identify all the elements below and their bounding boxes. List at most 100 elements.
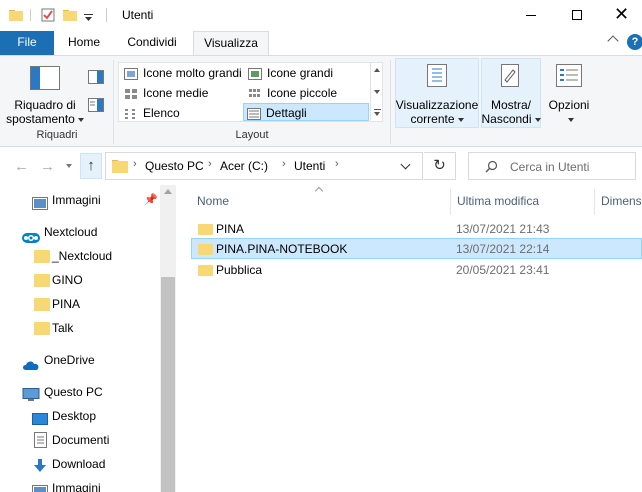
layout-scroll-down-icon <box>374 90 380 94</box>
small-icons-label: Icone piccole <box>267 86 338 100</box>
nav-item-downloads[interactable]: Download <box>0 452 160 476</box>
list-view-icon <box>124 107 138 119</box>
forward-arrow-icon[interactable]: → <box>40 158 55 175</box>
download-icon <box>32 457 48 472</box>
pin-icon[interactable]: 📌 <box>144 188 158 212</box>
show-hide-line2: Nascondi <box>481 112 532 126</box>
new-folder-icon[interactable] <box>62 7 78 26</box>
layout-group-label: Layout <box>235 129 269 141</box>
current-view-line2: corrente <box>410 112 455 126</box>
refresh-button[interactable]: ↻ <box>424 152 456 180</box>
layout-expand-icon <box>374 109 381 110</box>
table-row[interactable]: Pubblica 20/05/2021 23:41 <box>192 260 642 281</box>
navigation-pane-button[interactable]: Riquadro di spostamento <box>4 98 86 126</box>
quick-access-divider <box>30 9 31 21</box>
nav-item-nextcloud[interactable]: Nextcloud <box>0 220 160 244</box>
address-folder-icon <box>112 160 128 176</box>
nav-item-gino[interactable]: GINO <box>0 268 160 292</box>
sort-ascending-icon <box>314 186 324 196</box>
close-icon: ✕ <box>614 4 630 24</box>
column-header-size[interactable]: Dimens <box>601 194 642 208</box>
breadcrumb-separator[interactable]: › <box>133 158 137 170</box>
tab-home[interactable]: Home <box>60 31 108 55</box>
nav-item-label: Immagini <box>52 481 101 492</box>
details-pane-icon[interactable] <box>88 98 104 115</box>
close-button[interactable]: ✕ <box>600 0 642 30</box>
layout-scroll[interactable] <box>370 62 383 122</box>
help-icon[interactable]: ? <box>627 34 642 50</box>
up-folder-button[interactable]: ↑ <box>80 153 102 179</box>
file-modified: 13/07/2021 21:43 <box>456 222 550 236</box>
column-header-modified[interactable]: Ultima modifica <box>457 194 539 208</box>
column-header-name[interactable]: Nome <box>197 194 229 208</box>
layout-extra-large-icons[interactable]: Icone molto grandi <box>121 64 242 82</box>
minimize-button[interactable] <box>508 0 554 30</box>
breadcrumb-separator[interactable]: › <box>208 158 212 170</box>
breadcrumb-drive-c[interactable]: Acer (C:) <box>220 159 268 173</box>
preview-pane-icon[interactable] <box>88 70 104 87</box>
file-modified: 13/07/2021 22:14 <box>456 242 550 256</box>
quick-access-dropdown-icon[interactable] <box>84 11 93 25</box>
list-label: Elenco <box>143 106 180 120</box>
table-row-selected[interactable]: PINA.PINA-NOTEBOOK 13/07/2021 22:14 <box>191 238 642 259</box>
nav-item-documents[interactable]: Documenti <box>0 428 160 452</box>
navigation-pane-line2: spostamento <box>6 112 75 126</box>
breadcrumb-this-pc[interactable]: Questo PC <box>145 159 204 173</box>
tab-file[interactable]: File <box>0 31 54 55</box>
current-view-dropdown-icon <box>457 117 464 122</box>
ribbon: Riquadro di spostamento Riquadri Icone m… <box>0 55 642 147</box>
breadcrumb-separator[interactable]: › <box>282 158 286 170</box>
nav-item-label: Documenti <box>52 433 110 447</box>
file-name: Pubblica <box>216 263 263 277</box>
address-bar[interactable]: › Questo PC › Acer (C:) › Utenti › <box>105 152 423 180</box>
maximize-button[interactable] <box>554 0 600 30</box>
back-arrow-icon[interactable]: ← <box>14 158 29 175</box>
nav-item-desktop[interactable]: Desktop <box>0 404 160 428</box>
nav-item-pina[interactable]: PINA <box>0 292 160 316</box>
layout-details[interactable]: Dettagli <box>243 103 369 121</box>
search-box[interactable]: Cerca in Utenti <box>468 152 636 180</box>
file-name: PINA.PINA-NOTEBOOK <box>216 242 348 256</box>
ribbon-separator <box>113 60 114 144</box>
nav-item-label: _Nextcloud <box>52 249 113 263</box>
nav-item-label: OneDrive <box>44 353 95 367</box>
search-placeholder: Cerca in Utenti <box>510 160 590 174</box>
nav-item-pictures-quick[interactable]: Immagini 📌 <box>0 188 160 212</box>
minimize-ribbon-icon[interactable] <box>607 35 619 47</box>
folder-icon <box>198 265 213 276</box>
recent-locations-icon[interactable] <box>66 164 72 168</box>
layout-list[interactable]: Elenco <box>121 104 180 122</box>
options-button[interactable]: Opzioni <box>543 98 595 126</box>
nav-item-this-pc[interactable]: Questo PC <box>0 380 160 404</box>
minimize-icon <box>526 15 536 16</box>
breadcrumb-users[interactable]: Utenti <box>294 159 325 173</box>
properties-icon[interactable] <box>40 7 56 26</box>
ribbon-separator <box>390 60 391 144</box>
nav-item-talk[interactable]: Talk <box>0 316 160 340</box>
column-divider[interactable] <box>594 189 595 215</box>
details-view-icon <box>247 107 261 120</box>
folder-icon <box>34 298 50 311</box>
nav-item-onedrive[interactable]: OneDrive <box>0 348 160 372</box>
folder-icon <box>198 224 213 235</box>
layout-medium-icons[interactable]: Icone medie <box>121 84 208 102</box>
address-history-dropdown-icon[interactable] <box>400 159 411 170</box>
column-divider[interactable] <box>450 189 451 215</box>
panes-group-label: Riquadri <box>36 129 78 141</box>
tab-view[interactable]: Visualizza <box>193 31 269 56</box>
layout-large-icons[interactable]: Icone grandi <box>245 64 333 82</box>
nav-item-label: Download <box>52 457 106 471</box>
onedrive-icon <box>22 355 39 370</box>
medium-icons-icon <box>124 87 138 99</box>
tab-share[interactable]: Condividi <box>118 31 186 55</box>
options-icon[interactable] <box>556 64 582 91</box>
scroll-up-icon[interactable] <box>164 189 172 194</box>
table-row[interactable]: PINA 13/07/2021 21:43 <box>192 219 642 240</box>
nav-item-pictures[interactable]: Immagini <box>0 476 160 492</box>
pictures-icon <box>32 194 48 210</box>
nav-item-label: Nextcloud <box>44 225 98 239</box>
nav-pane-scroll-thumb[interactable] <box>161 277 175 492</box>
nav-item-nextcloud-folder[interactable]: _Nextcloud <box>0 244 160 268</box>
breadcrumb-separator[interactable]: › <box>335 158 339 170</box>
layout-small-icons[interactable]: Icone piccole <box>245 84 337 102</box>
